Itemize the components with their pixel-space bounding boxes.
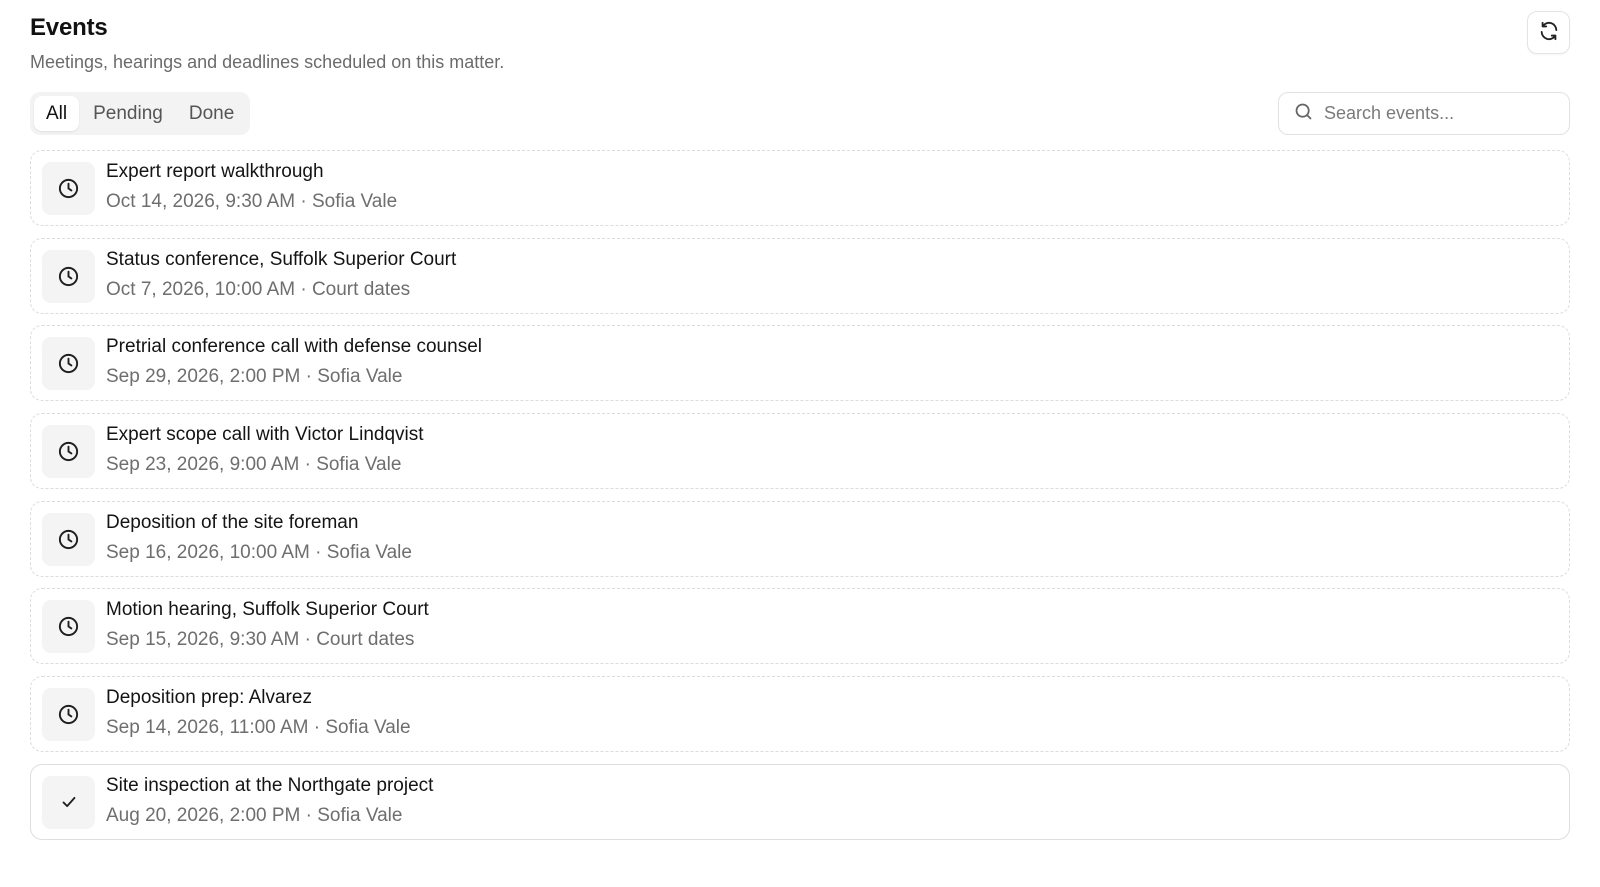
clock-icon [42,425,95,479]
event-title: Status conference, Suffolk Superior Cour… [106,248,457,270]
event-title: Site inspection at the Northgate project [106,774,434,796]
event-meta: Oct 7, 2026, 10:00 AM · Court dates [106,278,411,300]
clock-icon [42,249,95,303]
event-row[interactable]: Status conference, Suffolk Superior Cour… [30,237,1570,314]
event-row[interactable]: Motion hearing, Suffolk Superior Court S… [30,588,1570,665]
event-meta: Sep 16, 2026, 10:00 AM · Sofia Vale [106,541,412,563]
tab-pending[interactable]: Pending [81,96,175,131]
search-box[interactable] [1278,92,1570,135]
status-filter-tabs: All Pending Done [30,92,251,135]
tab-all[interactable]: All [34,96,80,131]
event-row[interactable]: Deposition prep: Alvarez Sep 14, 2026, 1… [30,676,1570,753]
events-header: Events Meetings, hearings and deadlines … [30,0,1570,90]
clock-icon [42,512,95,566]
event-title: Deposition of the site foreman [106,511,359,533]
event-row[interactable]: Site inspection at the Northgate project… [30,763,1570,840]
event-title: Pretrial conference call with defense co… [106,336,482,358]
event-row[interactable]: Expert report walkthrough Oct 14, 2026, … [30,150,1570,226]
check-icon [42,775,95,829]
event-meta: Oct 14, 2026, 9:30 AM · Sofia Vale [106,191,398,212]
clock-icon [42,337,95,391]
event-meta: Sep 14, 2026, 11:00 AM · Sofia Vale [106,717,411,739]
event-title: Deposition prep: Alvarez [106,687,312,709]
events-panel: Events Meetings, hearings and deadlines … [0,0,1600,887]
event-row[interactable]: Pretrial conference call with defense co… [30,325,1570,402]
event-row[interactable]: Expert scope call with Victor Lindqvist … [30,413,1570,490]
clock-icon [42,600,95,654]
event-title: Expert scope call with Victor Lindqvist [106,424,424,446]
events-list: Expert report walkthrough Oct 14, 2026, … [30,150,1570,840]
event-meta: Sep 23, 2026, 9:00 AM · Sofia Vale [106,454,402,476]
clock-icon [42,688,95,742]
event-row[interactable]: Deposition of the site foreman Sep 16, 2… [30,500,1570,577]
refresh-button[interactable] [1527,11,1570,54]
tab-done[interactable]: Done [177,96,246,131]
page-subtitle: Meetings, hearings and deadlines schedul… [30,52,505,72]
events-toolbar: All Pending Done [30,90,1570,150]
event-title: Motion hearing, Suffolk Superior Court [106,599,429,621]
event-meta: Sep 29, 2026, 2:00 PM · Sofia Vale [106,366,403,388]
search-input[interactable] [1324,103,1544,124]
event-meta: Aug 20, 2026, 2:00 PM · Sofia Vale [106,804,403,826]
clock-icon [42,162,95,215]
search-icon [1293,101,1314,127]
page-title: Events [30,14,108,41]
refresh-icon [1538,20,1560,45]
event-title: Expert report walkthrough [106,161,324,182]
event-meta: Sep 15, 2026, 9:30 AM · Court dates [106,629,415,651]
